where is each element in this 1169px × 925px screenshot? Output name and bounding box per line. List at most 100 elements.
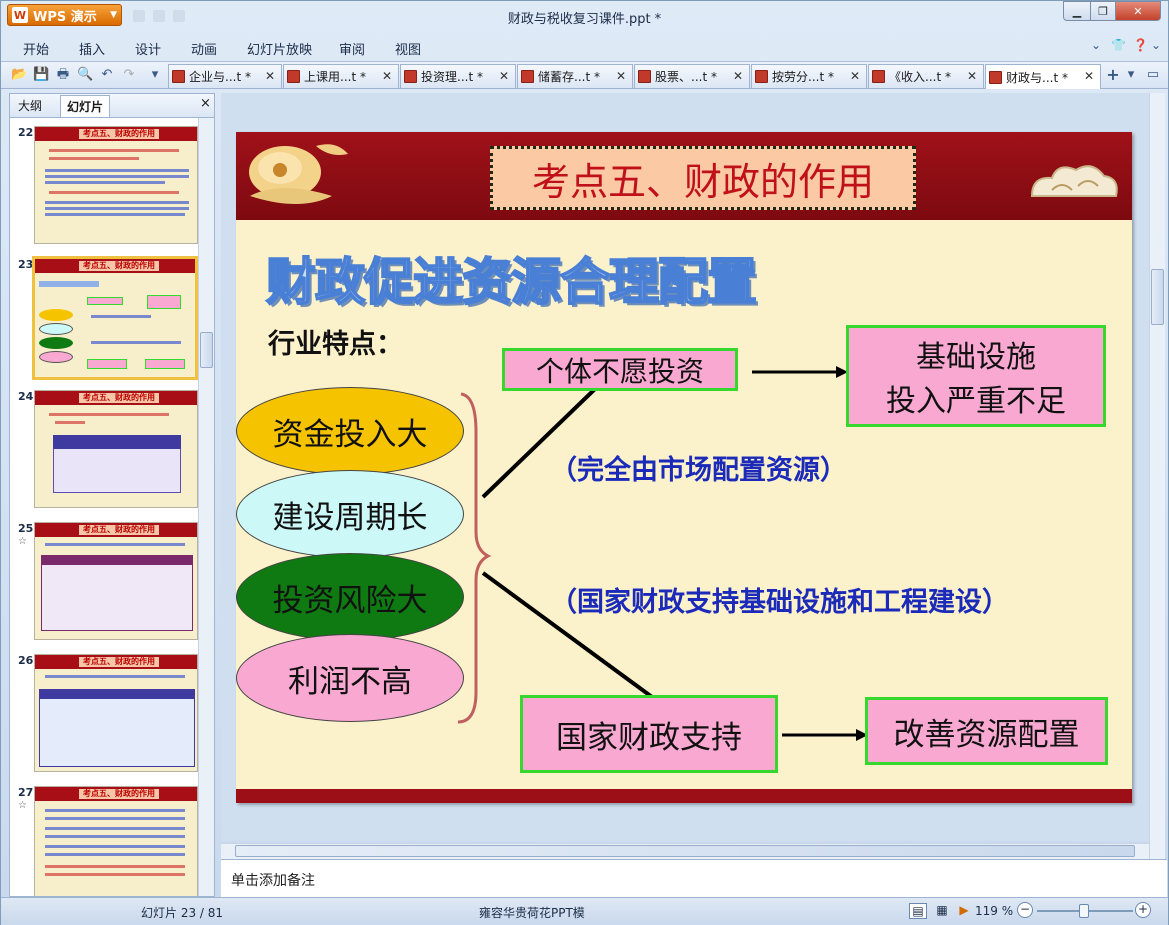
slide-sorter-icon[interactable]: ▦ xyxy=(933,903,951,919)
close-icon[interactable]: ✕ xyxy=(616,69,626,83)
close-icon[interactable]: ✕ xyxy=(382,69,392,83)
doc-tab[interactable]: 储蓄存...t * ✕ xyxy=(517,64,633,88)
close-icon[interactable]: ✕ xyxy=(499,69,509,83)
box-improve-allocation: 改善资源配置 xyxy=(865,697,1108,765)
play-slideshow-icon[interactable]: ▶ xyxy=(955,903,973,919)
document-tab-bar: 📂 💾 🖶 🔍 ↶ ↷ ▾ 企业与...t * ✕ 上课用...t * ✕ 投资理.… xyxy=(1,61,1168,89)
slide-number: 22 xyxy=(18,126,34,139)
slide-number: 24 xyxy=(18,390,34,403)
close-icon[interactable]: ✕ xyxy=(967,69,977,83)
doc-tab-label: 上课用...t * xyxy=(304,70,366,84)
doc-tab[interactable]: 投资理...t * ✕ xyxy=(400,64,516,88)
menu-review[interactable]: 审阅 xyxy=(339,39,365,58)
doc-tab[interactable]: 企业与...t * ✕ xyxy=(168,64,282,88)
zoom-level: 119 % xyxy=(975,904,1014,918)
doc-tab-label: 财政与...t * xyxy=(1006,70,1068,85)
box-infrastructure-line1: 基础设施 xyxy=(916,340,1036,375)
box-infrastructure: 基础设施 投入严重不足 xyxy=(846,325,1106,427)
slide-thumbnail-selected[interactable]: 考点五、财政的作用 xyxy=(32,256,198,380)
menu-view[interactable]: 视图 xyxy=(395,39,421,58)
tab-outline[interactable]: 大纲 xyxy=(18,97,42,114)
scrollbar-thumb[interactable] xyxy=(1151,269,1164,325)
slide-thumbnail[interactable]: 考点五、财政的作用 xyxy=(34,126,198,244)
thumbnail-title: 考点五、财政的作用 xyxy=(79,789,159,799)
zoom-slider-handle[interactable] xyxy=(1079,904,1089,918)
window-list-icon[interactable]: ▭ xyxy=(1145,67,1161,83)
menu-home[interactable]: 开始 xyxy=(23,39,49,58)
minimize-button[interactable]: ▁ xyxy=(1063,1,1091,21)
redo-icon[interactable]: ↷ xyxy=(121,67,137,83)
ppt-file-icon xyxy=(872,70,885,83)
doc-tab-label: 《收入...t * xyxy=(889,70,951,84)
chevron-down-icon[interactable]: ⌄ xyxy=(1151,38,1161,52)
doc-tab-active[interactable]: 财政与...t * ✕ xyxy=(985,64,1101,89)
ppt-file-icon xyxy=(638,70,651,83)
editor-scrollbar[interactable] xyxy=(1149,93,1165,859)
close-panel-icon[interactable]: × xyxy=(200,96,211,111)
maximize-button[interactable]: ❐ xyxy=(1090,1,1116,21)
slide-thumbnail[interactable]: 考点五、财政的作用 xyxy=(34,786,198,896)
tab-slides[interactable]: 幻灯片 xyxy=(60,95,111,117)
box-infrastructure-line2: 投入严重不足 xyxy=(886,384,1066,419)
ppt-file-icon xyxy=(287,70,300,83)
doc-tab[interactable]: 上课用...t * ✕ xyxy=(283,64,399,88)
close-icon[interactable]: ✕ xyxy=(1084,69,1094,83)
chevron-down-icon[interactable]: ▾ xyxy=(147,67,163,83)
thumbnail-title: 考点五、财政的作用 xyxy=(79,393,159,403)
title-bar: W WPS 演示 ▼ 财政与税收复习课件.ppt * ▁ ❐ ✕ xyxy=(1,1,1168,31)
menu-animation[interactable]: 动画 xyxy=(191,39,217,58)
thumbnail-title: 考点五、财政的作用 xyxy=(79,261,159,271)
skin-icon[interactable]: 👕 xyxy=(1111,38,1126,52)
menu-slideshow[interactable]: 幻灯片放映 xyxy=(247,39,312,58)
close-icon[interactable]: ✕ xyxy=(850,69,860,83)
menu-insert[interactable]: 插入 xyxy=(79,39,105,58)
slide-thumbnail[interactable]: 考点五、财政的作用 xyxy=(34,654,198,772)
note-market: （完全由市场配置资源） xyxy=(550,455,847,486)
chevron-down-icon[interactable]: ▾ xyxy=(1123,67,1139,83)
slide-canvas[interactable]: 考点五、财政的作用 财政促进资源合理配置 行业特点： 资金投入大 建设周期长 投… xyxy=(236,132,1132,803)
doc-tab[interactable]: 按劳分...t * ✕ xyxy=(751,64,867,88)
panel-tabs: 大纲 幻灯片 × xyxy=(10,94,214,118)
close-icon[interactable]: ✕ xyxy=(265,69,275,83)
print-preview-icon[interactable]: 🔍 xyxy=(77,67,93,83)
zoom-in-icon[interactable]: + xyxy=(1135,902,1151,918)
scrollbar-thumb[interactable] xyxy=(200,332,213,368)
ppt-file-icon xyxy=(521,70,534,83)
bottom-band xyxy=(236,789,1132,803)
close-window-button[interactable]: ✕ xyxy=(1115,1,1161,21)
doc-tab-label: 投资理...t * xyxy=(421,70,483,84)
menu-design[interactable]: 设计 xyxy=(135,39,161,58)
new-tab-icon[interactable]: + xyxy=(1105,67,1121,83)
slide-thumbnail[interactable]: 考点五、财政的作用 xyxy=(34,522,198,640)
editor-hscrollbar[interactable] xyxy=(221,843,1149,859)
chevron-down-icon[interactable]: ⌄ xyxy=(1091,38,1101,52)
doc-tab-label: 储蓄存...t * xyxy=(538,70,600,84)
open-icon[interactable]: 📂 xyxy=(11,67,27,83)
help-icon[interactable]: ❓ xyxy=(1133,38,1148,52)
slide-thumbnail[interactable]: 考点五、财政的作用 xyxy=(34,390,198,508)
zoom-out-icon[interactable]: − xyxy=(1017,902,1033,918)
normal-view-icon[interactable]: ▤ xyxy=(909,903,927,919)
print-icon[interactable]: 🖶 xyxy=(55,67,71,83)
animation-icon: ☆ xyxy=(18,536,27,547)
app-window: W WPS 演示 ▼ 财政与税收复习课件.ppt * ▁ ❐ ✕ 开始 插入 设… xyxy=(0,0,1169,925)
ppt-file-icon xyxy=(172,70,185,83)
slide-number: 26 xyxy=(18,654,34,667)
doc-tab[interactable]: 股票、...t * ✕ xyxy=(634,64,750,88)
close-icon[interactable]: ✕ xyxy=(733,69,743,83)
thumbnail-scrollbar[interactable] xyxy=(198,118,214,896)
slide-number: 25 xyxy=(18,522,34,535)
doc-tab[interactable]: 《收入...t * ✕ xyxy=(868,64,984,88)
doc-tab-label: 股票、...t * xyxy=(655,70,717,84)
thumbnail-list: 22 考点五、财政的作用 23 考点五、财政的作用 24 考点五、财政的作用 2… xyxy=(10,118,198,896)
menu-bar: 开始 插入 设计 动画 幻灯片放映 审阅 视图 xyxy=(1,33,1168,61)
doc-tab-label: 按劳分...t * xyxy=(772,70,834,84)
slide-number: 27 xyxy=(18,786,34,799)
hscroll-thumb[interactable] xyxy=(235,845,1135,857)
save-icon[interactable]: 💾 xyxy=(33,67,49,83)
box-state-support: 国家财政支持 xyxy=(520,695,778,773)
box-private-unwilling: 个体不愿投资 xyxy=(502,348,738,391)
undo-icon[interactable]: ↶ xyxy=(99,67,115,83)
notes-pane[interactable]: 单击添加备注 xyxy=(221,859,1167,897)
window-title: 财政与税收复习课件.ppt * xyxy=(507,12,662,27)
